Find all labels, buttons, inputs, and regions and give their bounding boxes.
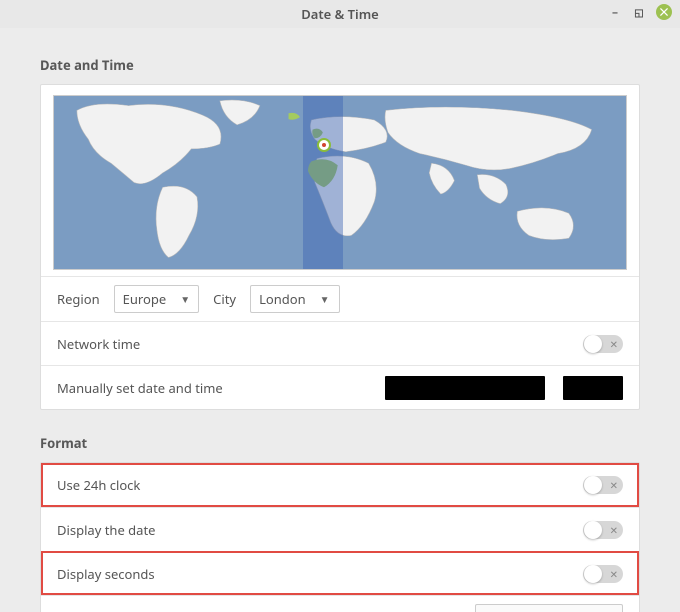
manual-datetime-row: Manually set date and time [41,365,639,409]
display-seconds-toggle[interactable]: ✕ [583,565,623,583]
city-label: City [213,290,236,308]
first-day-dropdown[interactable]: Use locale default ▼ [475,604,623,612]
chevron-down-icon: ▼ [180,292,190,306]
format-panel: Use 24h clock ✕ Display the date ✕ Displ… [40,462,640,612]
section-title-format: Format [40,434,640,452]
display-seconds-row: Display seconds ✕ [41,551,639,595]
display-date-toggle[interactable]: ✕ [583,521,623,539]
region-label: Region [57,290,100,308]
city-dropdown[interactable]: London ▼ [250,285,340,313]
network-time-row: Network time ✕ [41,321,639,365]
use-24h-label: Use 24h clock [57,476,140,494]
titlebar: Date & Time – ◱ [0,0,680,28]
toggle-off-icon: ✕ [610,523,618,537]
window-controls: – ◱ [608,4,672,20]
section-title-datetime: Date and Time [40,56,640,74]
display-seconds-label: Display seconds [57,565,155,583]
settings-window: Date & Time – ◱ Date and Time [0,0,680,612]
use-24h-row: Use 24h clock ✕ [41,463,639,507]
use-24h-toggle[interactable]: ✕ [583,476,623,494]
timezone-band [303,96,343,269]
maximize-icon[interactable]: ◱ [632,5,646,19]
region-value: Europe [123,290,167,308]
time-field[interactable] [563,376,623,400]
manual-datetime-label: Manually set date and time [57,379,223,397]
minimize-icon[interactable]: – [608,5,622,19]
network-time-label: Network time [57,335,140,353]
first-day-row: First day of week Use locale default ▼ [41,595,639,612]
datetime-panel: Region Europe ▼ City London ▼ Network ti… [40,84,640,410]
region-city-row: Region Europe ▼ City London ▼ [41,276,639,321]
date-field[interactable] [385,376,545,400]
chevron-down-icon: ▼ [320,292,330,306]
toggle-off-icon: ✕ [610,337,618,351]
network-time-toggle[interactable]: ✕ [583,335,623,353]
timezone-map[interactable] [53,95,627,270]
city-value: London [259,290,306,308]
close-icon[interactable] [656,4,672,20]
map-row [41,85,639,276]
content-area: Date and Time [0,28,680,612]
display-date-row: Display the date ✕ [41,507,639,551]
display-date-label: Display the date [57,521,155,539]
location-marker-icon [317,138,331,152]
region-dropdown[interactable]: Europe ▼ [114,285,199,313]
toggle-off-icon: ✕ [610,478,618,492]
toggle-off-icon: ✕ [610,567,618,581]
window-title: Date & Time [301,5,379,23]
